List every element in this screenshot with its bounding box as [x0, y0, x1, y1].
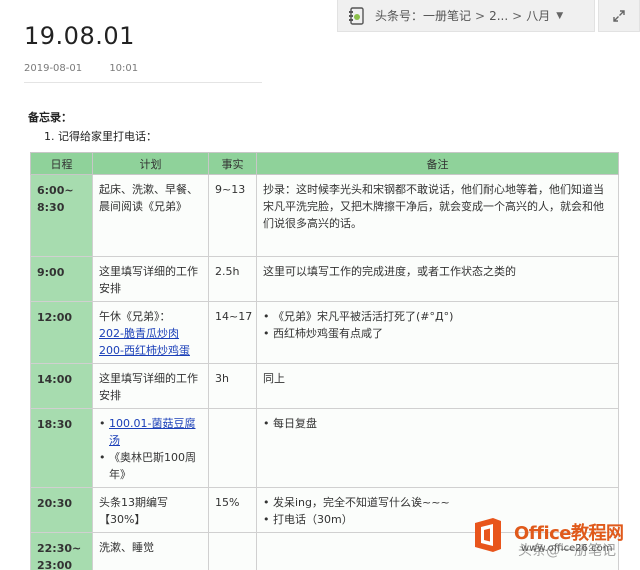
- breadcrumb-middle[interactable]: 2...: [489, 9, 508, 23]
- table-row: 9:00 这里填写详细的工作安排 2.5h 这里可以填写工作的完成进度，或者工作…: [30, 256, 619, 302]
- plan-bullet: 《奥林巴斯100周年》: [99, 449, 203, 483]
- plan-cell[interactable]: 午休《兄弟》： 202-脆青瓜炒肉 200-西红柿炒鸡蛋: [92, 301, 209, 364]
- schedule-table: 日程 计划 事实 备注 6:00~ 8:30 起床、洗漱、早餐、晨间阅读《兄弟》…: [30, 152, 619, 570]
- header-schedule: 日程: [30, 152, 93, 175]
- plan-cell[interactable]: 这里填写详细的工作安排: [92, 363, 209, 409]
- recipe-link[interactable]: 100.01-菌菇豆腐汤: [109, 417, 195, 447]
- fact-cell[interactable]: 3h: [208, 363, 257, 409]
- time-cell: 9:00: [30, 256, 93, 302]
- note-bullet: 发呆ing，完全不知道写什么诶~~~: [263, 494, 613, 511]
- breadcrumb-separator: >: [512, 8, 523, 23]
- expand-button[interactable]: [598, 0, 640, 32]
- fact-cell[interactable]: 14~17: [208, 301, 257, 364]
- note-cell[interactable]: 抄录：这时候李光头和宋钢都不敢说话，他们耐心地等着，他们知道当宋凡平洗完脸，又把…: [256, 174, 619, 257]
- fact-cell[interactable]: 15%: [208, 487, 257, 533]
- plan-cell[interactable]: 100.01-菌菇豆腐汤 《奥林巴斯100周年》: [92, 408, 209, 488]
- plan-cell[interactable]: 起床、洗漱、早餐、晨间阅读《兄弟》: [92, 174, 209, 257]
- time-cell: 22:30~ 23:00: [30, 532, 93, 570]
- breadcrumb-notebook[interactable]: 头条号：一册笔记: [375, 7, 471, 24]
- recipe-link[interactable]: 200-西红柿炒鸡蛋: [99, 344, 190, 357]
- note-meta: 2019-08-01 10:01: [24, 63, 138, 74]
- table-row: 12:00 午休《兄弟》： 202-脆青瓜炒肉 200-西红柿炒鸡蛋 14~17…: [30, 301, 619, 364]
- note-bullet: 西红柿炒鸡蛋有点咸了: [263, 325, 613, 342]
- recipe-link[interactable]: 202-脆青瓜炒肉: [99, 327, 179, 340]
- table-row: 14:00 这里填写详细的工作安排 3h 同上: [30, 363, 619, 409]
- note-cell[interactable]: 《兄弟》宋凡平被活活打死了(#°Д°) 西红柿炒鸡蛋有点咸了: [256, 301, 619, 364]
- fact-cell[interactable]: 2.5h: [208, 256, 257, 302]
- notebook-icon: [347, 6, 367, 26]
- note-cell[interactable]: 同上: [256, 363, 619, 409]
- time-cell: 20:30: [30, 487, 93, 533]
- memo-label: 备忘录：: [28, 111, 72, 124]
- office-logo-icon: [470, 515, 506, 555]
- note-cell[interactable]: 每日复盘: [256, 408, 619, 488]
- time-cell: 14:00: [30, 363, 93, 409]
- fact-cell[interactable]: [208, 532, 257, 570]
- fact-cell[interactable]: 9~13: [208, 174, 257, 257]
- fact-cell[interactable]: [208, 408, 257, 488]
- table-row: 6:00~ 8:30 起床、洗漱、早餐、晨间阅读《兄弟》 9~13 抄录：这时候…: [30, 174, 619, 257]
- header-plan: 计划: [92, 152, 209, 175]
- plan-cell[interactable]: 头条13期编写【30%】: [92, 487, 209, 533]
- time-cell: 18:30: [30, 408, 93, 488]
- watermark-url: www.office26.com: [521, 543, 613, 554]
- plan-cell[interactable]: 这里填写详细的工作安排: [92, 256, 209, 302]
- plan-bullet: 100.01-菌菇豆腐汤: [99, 415, 203, 449]
- plan-text: 午休《兄弟》：: [99, 310, 171, 323]
- note-date: 2019-08-01: [24, 63, 83, 74]
- header-fact: 事实: [208, 152, 257, 175]
- memo-item: 1. 记得给家里打电话：: [44, 130, 157, 143]
- expand-icon: [613, 9, 625, 22]
- breadcrumb-current[interactable]: 八月: [526, 7, 550, 24]
- note-bullet: 《兄弟》宋凡平被活活打死了(#°Д°): [263, 308, 613, 325]
- breadcrumb-separator: >: [475, 8, 486, 23]
- time-cell: 12:00: [30, 301, 93, 364]
- time-cell: 6:00~ 8:30: [30, 174, 93, 257]
- note-title[interactable]: 19.08.01: [24, 22, 135, 50]
- note-cell[interactable]: 这里可以填写工作的完成进度，或者工作状态之类的: [256, 256, 619, 302]
- note-bullet: 每日复盘: [263, 415, 613, 432]
- notebook-breadcrumb[interactable]: 头条号：一册笔记 > 2... > 八月 ▼: [337, 0, 595, 32]
- plan-cell[interactable]: 洗漱、睡觉: [92, 532, 209, 570]
- table-header-row: 日程 计划 事实 备注: [30, 152, 619, 175]
- header-notes: 备注: [256, 152, 619, 175]
- note-time: 10:01: [109, 63, 139, 74]
- divider: [24, 82, 262, 83]
- table-row: 18:30 100.01-菌菇豆腐汤 《奥林巴斯100周年》 每日复盘: [30, 408, 619, 488]
- chevron-down-icon[interactable]: ▼: [556, 11, 563, 21]
